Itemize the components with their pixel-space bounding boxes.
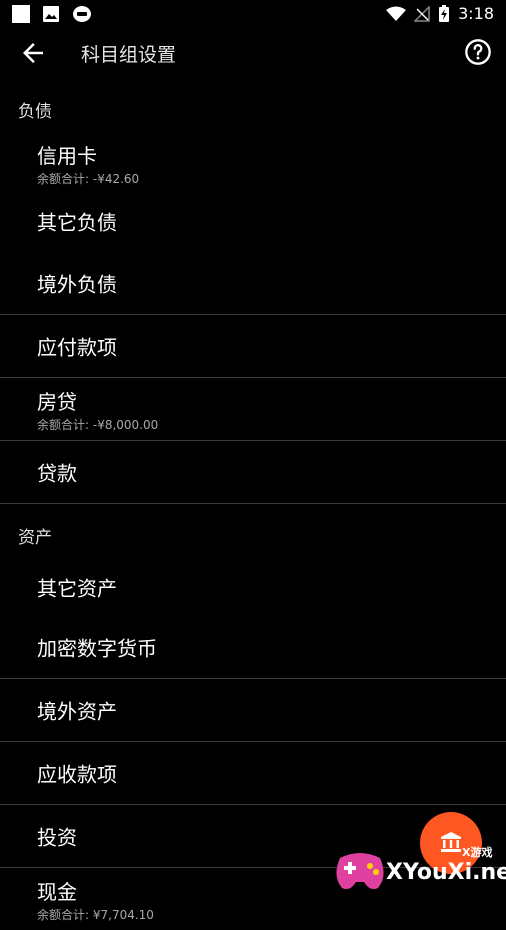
page-title: 科目组设置 bbox=[81, 44, 177, 66]
list-item-loans[interactable]: 贷款 bbox=[0, 441, 506, 504]
list-item-receivables[interactable]: 应收款项 bbox=[0, 742, 506, 805]
section-header-assets: 资产 bbox=[18, 528, 52, 548]
list-item-overseas-liabilities[interactable]: 境外负债 bbox=[0, 252, 506, 315]
list-item-label: 投资 bbox=[37, 825, 77, 850]
list-item-other-liabilities[interactable]: 其它负债 bbox=[0, 190, 506, 252]
message-icon bbox=[73, 6, 91, 22]
wifi-icon bbox=[386, 6, 407, 21]
watermark-brand-text: XYouXi.net bbox=[386, 860, 506, 885]
list-item-label: 现金 bbox=[37, 880, 77, 904]
no-signal-icon bbox=[414, 5, 430, 22]
list-item-mortgage[interactable]: 房贷 余额合计: -¥8,000.00 bbox=[0, 378, 506, 441]
back-arrow-icon[interactable] bbox=[18, 38, 48, 68]
list-item-balance: 余额合计: -¥8,000.00 bbox=[37, 418, 159, 432]
list-item-crypto[interactable]: 加密数字货币 bbox=[0, 616, 506, 679]
status-time: 3:18 bbox=[458, 4, 494, 23]
list-item-credit-card[interactable]: 信用卡 余额合计: -¥42.60 bbox=[0, 132, 506, 190]
list-item-label: 其它资产 bbox=[37, 576, 117, 601]
list-item-balance: 余额合计: -¥42.60 bbox=[37, 172, 140, 186]
battery-charging-icon bbox=[439, 4, 450, 22]
app-bar: 科目组设置 bbox=[0, 28, 506, 78]
list-item-label: 信用卡 bbox=[37, 144, 97, 168]
list-item-label: 加密数字货币 bbox=[37, 636, 157, 661]
list-item-label: 境外负债 bbox=[37, 272, 117, 297]
help-icon[interactable] bbox=[464, 38, 492, 66]
list-item-overseas-assets[interactable]: 境外资产 bbox=[0, 679, 506, 742]
section-header-liabilities: 负债 bbox=[18, 102, 52, 122]
gamepad-logo-icon bbox=[336, 853, 384, 890]
list-item-label: 其它负债 bbox=[37, 210, 117, 235]
list-item-label: 应付款项 bbox=[37, 335, 117, 360]
watermark-small-text: X游戏 bbox=[462, 846, 493, 859]
list-item-other-assets[interactable]: 其它资产 bbox=[0, 558, 506, 616]
image-icon bbox=[43, 6, 59, 22]
list-item-payables[interactable]: 应付款项 bbox=[0, 315, 506, 378]
list-item-label: 房贷 bbox=[37, 390, 77, 414]
account-group-list: 负债 信用卡 余额合计: -¥42.60 其它负债 境外负债 应付款项 房贷 余… bbox=[0, 92, 506, 930]
status-bar: 3:18 bbox=[0, 0, 506, 28]
watermark-logo: X游戏 XYouXi.net bbox=[330, 840, 506, 900]
list-item-label: 应收款项 bbox=[37, 762, 117, 787]
list-item-label: 境外资产 bbox=[37, 699, 117, 724]
notification-square-icon bbox=[12, 5, 30, 23]
list-item-balance: 余额合计: ¥7,704.10 bbox=[37, 908, 154, 922]
list-item-label: 贷款 bbox=[37, 461, 77, 486]
